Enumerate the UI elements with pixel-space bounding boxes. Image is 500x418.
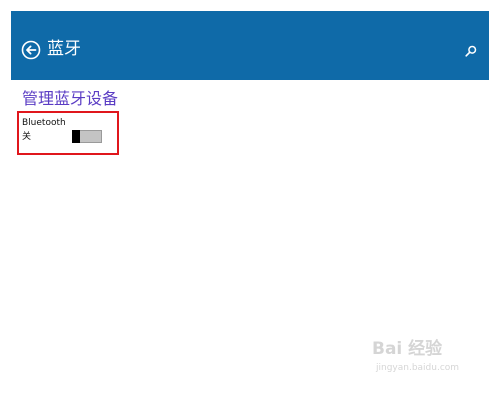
- watermark-url: jingyan.baidu.com: [376, 363, 460, 373]
- search-button[interactable]: [464, 44, 478, 58]
- bluetooth-label: Bluetooth: [22, 118, 66, 128]
- bluetooth-state-label: 关: [22, 132, 32, 142]
- toggle-thumb[interactable]: [72, 130, 80, 143]
- bluetooth-toggle[interactable]: [72, 130, 102, 143]
- watermark: Bai 经验 jingyan.baidu.com: [372, 338, 462, 378]
- section-title: 管理蓝牙设备: [22, 89, 119, 108]
- back-arrow-circle-icon: [21, 40, 41, 60]
- watermark-text: Bai 经验: [372, 339, 443, 359]
- settings-page: 蓝牙 管理蓝牙设备 Bluetooth 关 Bai 经验 jingyan.bai…: [0, 0, 500, 418]
- page-title: 蓝牙: [47, 39, 81, 59]
- search-icon: [465, 45, 477, 57]
- back-button[interactable]: [21, 40, 41, 60]
- header-bar: 蓝牙: [11, 11, 489, 80]
